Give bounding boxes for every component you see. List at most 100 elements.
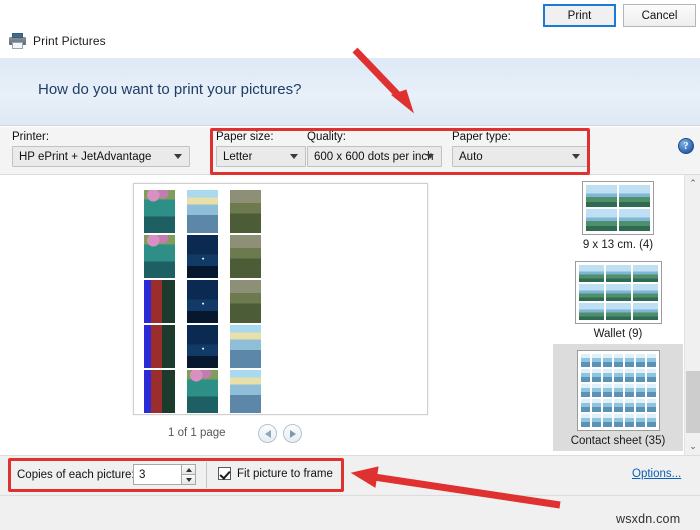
layout-cell <box>613 354 623 367</box>
copies-increment-button[interactable] <box>181 464 196 474</box>
paper-size-field: Paper size: Letter <box>216 131 306 167</box>
preview-thumbnail <box>230 370 261 413</box>
layout-option-2[interactable]: Wallet (9) <box>553 255 683 344</box>
layout-cell <box>591 414 601 427</box>
layout-list[interactable]: 9 x 13 cm. (4) Wallet (9) Contact sheet (3… <box>553 175 683 455</box>
next-page-button[interactable] <box>283 424 302 443</box>
quality-value: 600 x 600 dots per inch <box>314 150 434 163</box>
chevron-right-icon <box>289 429 296 438</box>
layout-cell <box>613 399 623 412</box>
layout-cell <box>646 369 656 382</box>
main-content: 1 of 1 page 9 x 13 cm. (4) Wallet (9) Cont… <box>0 175 700 455</box>
layout-cell <box>613 384 623 397</box>
paper-size-label: Paper size: <box>216 131 274 143</box>
chevron-down-icon <box>426 153 435 160</box>
layout-cell <box>602 354 612 367</box>
chevron-down-icon <box>572 153 581 160</box>
preview-thumbnail <box>144 190 175 233</box>
app-identity: Print Pictures <box>9 33 106 49</box>
printer-select[interactable]: HP ePrint + JetAdvantage <box>12 146 190 167</box>
print-preview-pane: 1 of 1 page <box>0 175 552 455</box>
page-counter: 1 of 1 page <box>168 427 226 439</box>
layout-cell <box>580 384 590 397</box>
layout-cell <box>646 384 656 397</box>
layout-cell <box>586 209 617 231</box>
printer-icon <box>9 33 26 49</box>
page-title: How do you want to print your pictures? <box>38 81 302 98</box>
layout-cell <box>624 369 634 382</box>
layout-cell <box>635 384 645 397</box>
cancel-button[interactable]: Cancel <box>623 4 696 27</box>
copies-label: Copies of each picture: <box>17 469 135 481</box>
layout-cell <box>602 399 612 412</box>
layout-cell <box>635 414 645 427</box>
layout-cell <box>578 284 604 301</box>
layout-cell <box>619 209 650 231</box>
quality-field: Quality: 600 x 600 dots per inch <box>307 131 442 167</box>
layout-cell <box>613 414 623 427</box>
watermark: wsxdn.com <box>616 512 681 526</box>
paper-size-select[interactable]: Letter <box>216 146 306 167</box>
layout-option-label: Contact sheet (35) <box>570 435 666 447</box>
preview-thumbnail <box>144 370 175 413</box>
printer-field: Printer: HP ePrint + JetAdvantage <box>12 131 190 167</box>
layout-option-3[interactable]: Contact sheet (35) <box>553 344 683 451</box>
layout-cell <box>602 384 612 397</box>
preview-thumbnail <box>230 190 261 233</box>
layout-cell <box>624 384 634 397</box>
paper-type-label: Paper type: <box>452 131 511 143</box>
layout-scrollbar[interactable]: ⌃ ⌄ <box>684 175 700 455</box>
chevron-down-icon <box>290 153 299 160</box>
scrollbar-thumb[interactable] <box>686 371 700 433</box>
paper-type-field: Paper type: Auto <box>452 131 588 167</box>
preview-thumbnail <box>144 235 175 278</box>
layout-cell <box>602 414 612 427</box>
printer-value: HP ePrint + JetAdvantage <box>19 150 152 163</box>
layout-preview-icon <box>576 350 660 431</box>
app-title: Print Pictures <box>33 34 106 48</box>
layout-cell <box>632 284 658 301</box>
layout-cell <box>580 369 590 382</box>
banner: How do you want to print your pictures? <box>0 58 700 126</box>
print-pictures-dialog: ✕ Print Pictures How do you want to prin… <box>0 0 700 530</box>
preview-thumbnail <box>230 235 261 278</box>
copies-stepper <box>181 464 196 485</box>
scroll-down-icon[interactable]: ⌄ <box>685 438 700 455</box>
preview-thumbnail <box>187 280 218 323</box>
layout-cell <box>632 265 658 282</box>
fit-picture-label: Fit picture to frame <box>237 467 333 480</box>
layout-cell <box>635 369 645 382</box>
chevron-left-icon <box>264 429 271 438</box>
preview-thumbnail <box>187 370 218 413</box>
caret-down-icon <box>185 477 192 482</box>
layout-cell <box>635 399 645 412</box>
previous-page-button[interactable] <box>258 424 277 443</box>
paper-type-value: Auto <box>459 150 483 163</box>
help-icon[interactable]: ? <box>678 138 694 154</box>
chevron-down-icon <box>174 153 183 160</box>
fit-picture-to-frame-checkbox[interactable]: Fit picture to frame <box>218 467 333 480</box>
layout-cell <box>591 399 601 412</box>
layout-cell <box>613 369 623 382</box>
preview-thumbnail <box>144 280 175 323</box>
paper-type-select[interactable]: Auto <box>452 146 588 167</box>
layout-option-label: Wallet (9) <box>593 328 643 340</box>
divider <box>206 462 207 488</box>
scroll-up-icon[interactable]: ⌃ <box>685 175 700 192</box>
layout-cell <box>580 354 590 367</box>
preview-thumbnail <box>230 280 261 323</box>
checkmark-icon <box>218 467 231 480</box>
layout-cell <box>632 303 658 320</box>
layout-cell <box>605 303 631 320</box>
options-link[interactable]: Options... <box>632 468 681 480</box>
preview-thumbnail <box>187 190 218 233</box>
quality-select[interactable]: 600 x 600 dots per inch <box>307 146 442 167</box>
layout-option-1[interactable]: 9 x 13 cm. (4) <box>553 175 683 255</box>
preview-page <box>133 183 428 415</box>
copies-decrement-button[interactable] <box>181 474 196 485</box>
print-button[interactable]: Print <box>543 4 616 27</box>
layout-cell <box>580 414 590 427</box>
layout-cell <box>619 185 650 207</box>
paper-size-value: Letter <box>223 150 253 163</box>
footer-bar <box>0 495 700 530</box>
